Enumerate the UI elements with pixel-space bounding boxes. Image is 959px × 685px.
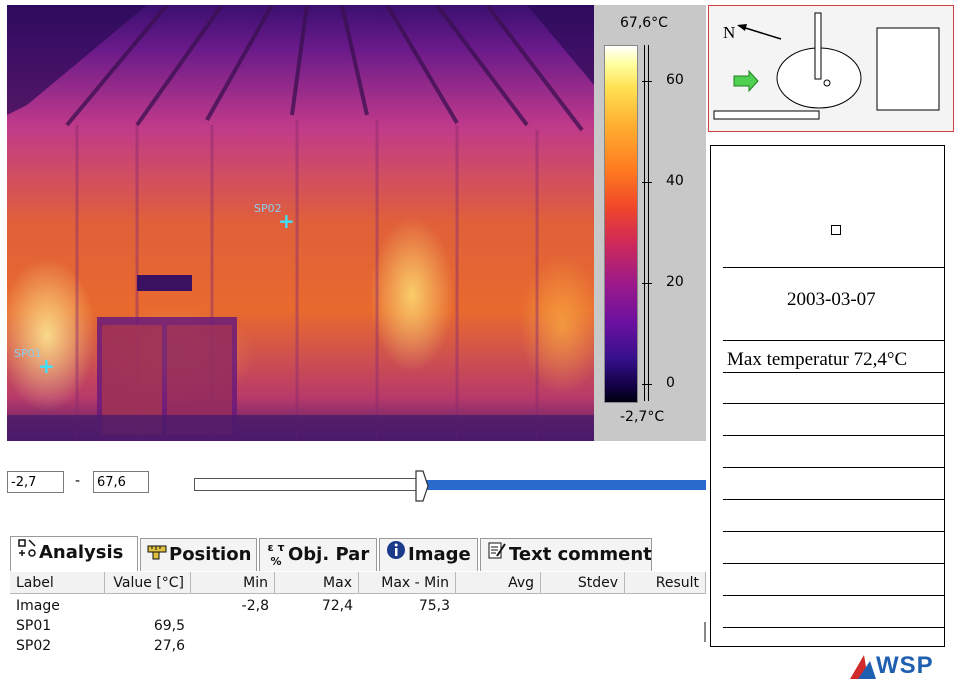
table-cell-min: -2,8 xyxy=(241,598,269,614)
thermal-image[interactable]: SP02 + SP01 + xyxy=(7,5,594,441)
wsp-logo: WSP xyxy=(848,651,958,681)
info-icon xyxy=(384,539,408,571)
colorbar-tick: 0 xyxy=(666,375,675,391)
tab-position[interactable]: Position xyxy=(140,538,257,571)
north-label: N xyxy=(723,23,736,42)
range-high-input[interactable]: 67,6 xyxy=(93,471,149,493)
column-header-max[interactable]: Max xyxy=(275,572,359,594)
notes-panel: 2003-03-07 Max temperatur 72,4°C xyxy=(710,145,945,647)
table-cell-value: 27,6 xyxy=(153,638,185,654)
table-cell-max: 72,4 xyxy=(321,598,353,614)
table-cell-value: 69,5 xyxy=(153,618,185,634)
tab-image[interactable]: Image xyxy=(379,538,478,571)
column-header-stdev[interactable]: Stdev xyxy=(541,572,625,594)
table-row-label[interactable]: Image xyxy=(10,596,105,616)
table-cell-range: 75,3 xyxy=(418,598,450,614)
object-params-icon: ε τ% xyxy=(267,541,285,568)
comment-edit-icon xyxy=(485,539,509,571)
colorbar-min-label: -2,7°C xyxy=(620,409,665,425)
tab-label: Position xyxy=(169,544,252,565)
column-header-max-min[interactable]: Max - Min xyxy=(359,572,456,594)
slider-fill[interactable] xyxy=(426,480,706,490)
column-header-label[interactable]: Label xyxy=(10,572,105,594)
site-map: N xyxy=(708,5,954,132)
tab-label: Text comment xyxy=(509,544,652,565)
range-low-input[interactable]: -2,7 xyxy=(7,471,64,493)
table-row-label[interactable]: SP01 xyxy=(10,616,105,636)
tab-label: Image xyxy=(408,544,471,565)
note-date: 2003-03-07 xyxy=(787,289,876,310)
ruler-icon xyxy=(145,539,169,571)
table-scrollbar[interactable] xyxy=(704,622,706,642)
tab-label: Obj. Par xyxy=(288,544,370,565)
colorbar-gradient xyxy=(604,45,638,403)
logo-text: WSP xyxy=(876,652,934,679)
colorbar-max-label: 67,6°C xyxy=(620,15,668,31)
table-row-label[interactable]: SP02 xyxy=(10,636,105,656)
slider-thumb[interactable] xyxy=(414,470,430,502)
spot-marker-sp02[interactable]: + xyxy=(278,211,295,231)
slider-track[interactable] xyxy=(194,478,424,491)
analysis-tabs: Analysis Position ε τ% Obj. Par Image Tex… xyxy=(10,536,706,572)
site-map-drawing xyxy=(713,12,940,120)
tab-text-comment[interactable]: Text comment xyxy=(480,538,652,571)
column-header-result[interactable]: Result xyxy=(625,572,706,594)
column-header-avg[interactable]: Avg xyxy=(456,572,541,594)
tab-obj-par[interactable]: ε τ% Obj. Par xyxy=(259,538,377,571)
column-header-min[interactable]: Min xyxy=(191,572,275,594)
spot-marker-sp01[interactable]: + xyxy=(38,356,55,376)
analysis-icon xyxy=(15,537,39,569)
analysis-table: Label Value [°C] Min Max Max - Min Avg S… xyxy=(10,572,706,662)
building-silhouette xyxy=(7,5,594,441)
colorbar-tick: 40 xyxy=(666,173,684,189)
table-cell-value xyxy=(105,596,191,616)
checkbox[interactable] xyxy=(831,225,841,235)
colorbar-panel: 67,6°C 60 40 20 0 -2,7°C xyxy=(594,5,706,441)
tab-analysis[interactable]: Analysis xyxy=(10,536,138,571)
colorbar-tick: 20 xyxy=(666,274,684,290)
tab-label: Analysis xyxy=(39,542,124,563)
range-separator: - xyxy=(75,473,81,489)
colorbar-tick: 60 xyxy=(666,72,684,88)
note-max-temperature: Max temperatur 72,4°C xyxy=(727,349,908,370)
column-header-value[interactable]: Value [°C] xyxy=(105,572,191,594)
